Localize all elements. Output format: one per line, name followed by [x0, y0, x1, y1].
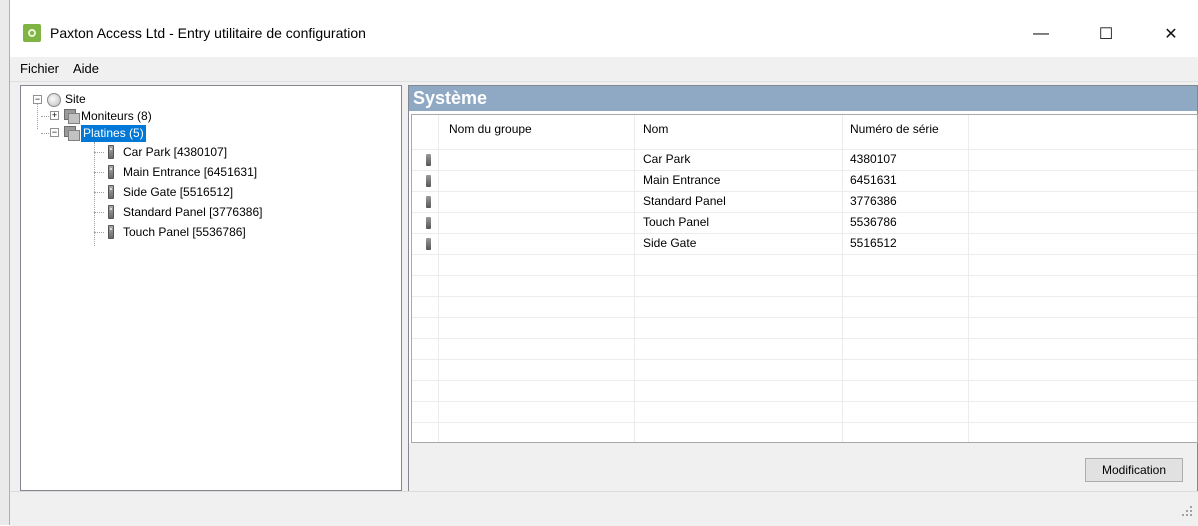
resize-grip-icon[interactable] — [1182, 506, 1192, 516]
grid-row-divider — [412, 170, 1197, 171]
table-cell-name[interactable]: Main Entrance — [643, 170, 720, 191]
tree-item-panel[interactable]: Main Entrance [6451631] — [123, 164, 257, 181]
table-cell-serial[interactable]: 3776386 — [850, 191, 897, 212]
grid-column-divider — [842, 115, 843, 442]
menu-aide[interactable]: Aide — [73, 61, 99, 76]
minimize-button[interactable]: — — [1018, 12, 1064, 56]
tree-connector — [94, 212, 104, 213]
close-button[interactable]: ✕ — [1148, 12, 1194, 56]
grid-row-divider — [412, 296, 1197, 297]
title-bar: Paxton Access Ltd - Entry utilitaire de … — [10, 12, 1198, 56]
door-panel-icon — [108, 165, 114, 179]
grid-row-divider — [412, 149, 1197, 150]
site-tree[interactable]: − Site + Moniteurs (8) − Platines (5) Ca… — [20, 85, 402, 491]
tree-item-monitors[interactable]: Moniteurs (8) — [81, 108, 152, 125]
maximize-button[interactable]: ☐ — [1083, 12, 1129, 56]
site-collapse-toggle[interactable]: − — [33, 95, 42, 104]
door-panel-icon — [108, 225, 114, 239]
table-cell-name[interactable]: Touch Panel — [643, 212, 709, 233]
menu-fichier[interactable]: Fichier — [20, 61, 59, 76]
grid-row-divider — [412, 317, 1197, 318]
tree-item-panel[interactable]: Car Park [4380107] — [123, 144, 227, 161]
panel-row-icon — [426, 196, 431, 208]
table-cell-serial[interactable]: 4380107 — [850, 149, 897, 170]
tree-connector — [41, 116, 49, 117]
client-area: − Site + Moniteurs (8) − Platines (5) Ca… — [10, 82, 1198, 491]
monitors-icon — [62, 108, 80, 124]
table-cell-name[interactable]: Car Park — [643, 149, 690, 170]
monitors-expand-toggle[interactable]: + — [50, 111, 59, 120]
grid-column-divider — [968, 115, 969, 442]
modification-button[interactable]: Modification — [1085, 458, 1183, 482]
door-panel-icon — [108, 185, 114, 199]
paxton-app-icon — [23, 24, 41, 42]
tree-item-panels[interactable]: Platines (5) — [81, 125, 146, 142]
door-panel-icon — [108, 205, 114, 219]
menu-bar: Fichier Aide — [10, 57, 1198, 82]
grid-column-divider — [438, 115, 439, 442]
system-panel: Système Nom du groupe Nom Numéro de séri… — [408, 85, 1198, 491]
grid-row-divider — [412, 212, 1197, 213]
panel-row-icon — [426, 154, 431, 166]
tree-item-panel[interactable]: Touch Panel [5536786] — [123, 224, 246, 241]
grid-row-divider — [412, 254, 1197, 255]
background-window-edge — [0, 0, 10, 525]
grid-row-divider — [412, 338, 1197, 339]
panel-row-icon — [426, 238, 431, 250]
grid-row-divider — [412, 233, 1197, 234]
grid-column-divider — [634, 115, 635, 442]
grid-row-divider — [412, 401, 1197, 402]
tree-connector — [94, 172, 104, 173]
table-cell-serial[interactable]: 6451631 — [850, 170, 897, 191]
tree-connector — [94, 152, 104, 153]
column-header-name[interactable]: Nom — [643, 122, 668, 136]
panel-row-icon — [426, 217, 431, 229]
column-header-group[interactable]: Nom du groupe — [449, 122, 532, 136]
table-cell-serial[interactable]: 5536786 — [850, 212, 897, 233]
door-panel-icon — [108, 145, 114, 159]
grid-row-divider — [412, 422, 1197, 423]
tree-item-panel[interactable]: Side Gate [5516512] — [123, 184, 233, 201]
table-cell-name[interactable]: Side Gate — [643, 233, 696, 254]
panels-grid[interactable]: Nom du groupe Nom Numéro de série Car Pa… — [411, 114, 1198, 443]
tree-connector — [41, 133, 49, 134]
system-panel-footer: Modification — [409, 443, 1197, 491]
panels-group-icon — [62, 125, 80, 141]
site-globe-icon — [47, 93, 61, 107]
panel-row-icon — [426, 175, 431, 187]
status-bar — [10, 491, 1198, 526]
grid-row-divider — [412, 275, 1197, 276]
tree-item-panel[interactable]: Standard Panel [3776386] — [123, 204, 262, 221]
column-header-serial[interactable]: Numéro de série — [850, 122, 939, 136]
tree-connector — [94, 232, 104, 233]
system-header: Système — [409, 86, 1197, 111]
tree-connector — [37, 103, 38, 129]
grid-row-divider — [412, 191, 1197, 192]
panels-collapse-toggle[interactable]: − — [50, 128, 59, 137]
tree-connector — [94, 192, 104, 193]
window-title: Paxton Access Ltd - Entry utilitaire de … — [50, 25, 366, 41]
tree-connector — [94, 142, 95, 246]
grid-row-divider — [412, 359, 1197, 360]
table-cell-serial[interactable]: 5516512 — [850, 233, 897, 254]
grid-row-divider — [412, 380, 1197, 381]
table-cell-name[interactable]: Standard Panel — [643, 191, 726, 212]
tree-item-site[interactable]: Site — [65, 91, 86, 108]
